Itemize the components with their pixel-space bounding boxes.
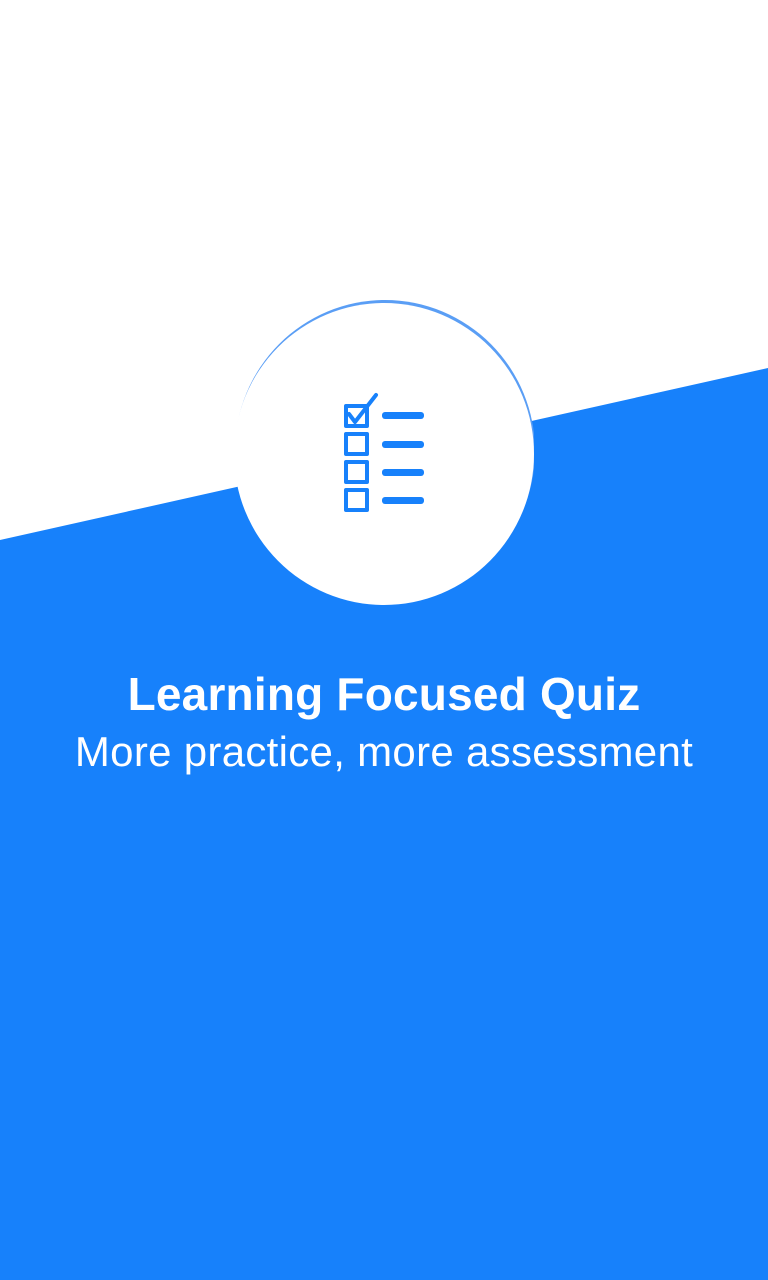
- feature-icon-badge: [234, 300, 535, 605]
- onboarding-text: Learning Focused Quiz More practice, mor…: [0, 664, 768, 780]
- onboarding-title: Learning Focused Quiz: [127, 668, 641, 720]
- onboarding-screen: Learning Focused Quiz More practice, mor…: [0, 0, 768, 1280]
- onboarding-subtitle: More practice, more assessment: [74, 728, 694, 775]
- diagonal-background: [0, 0, 768, 1280]
